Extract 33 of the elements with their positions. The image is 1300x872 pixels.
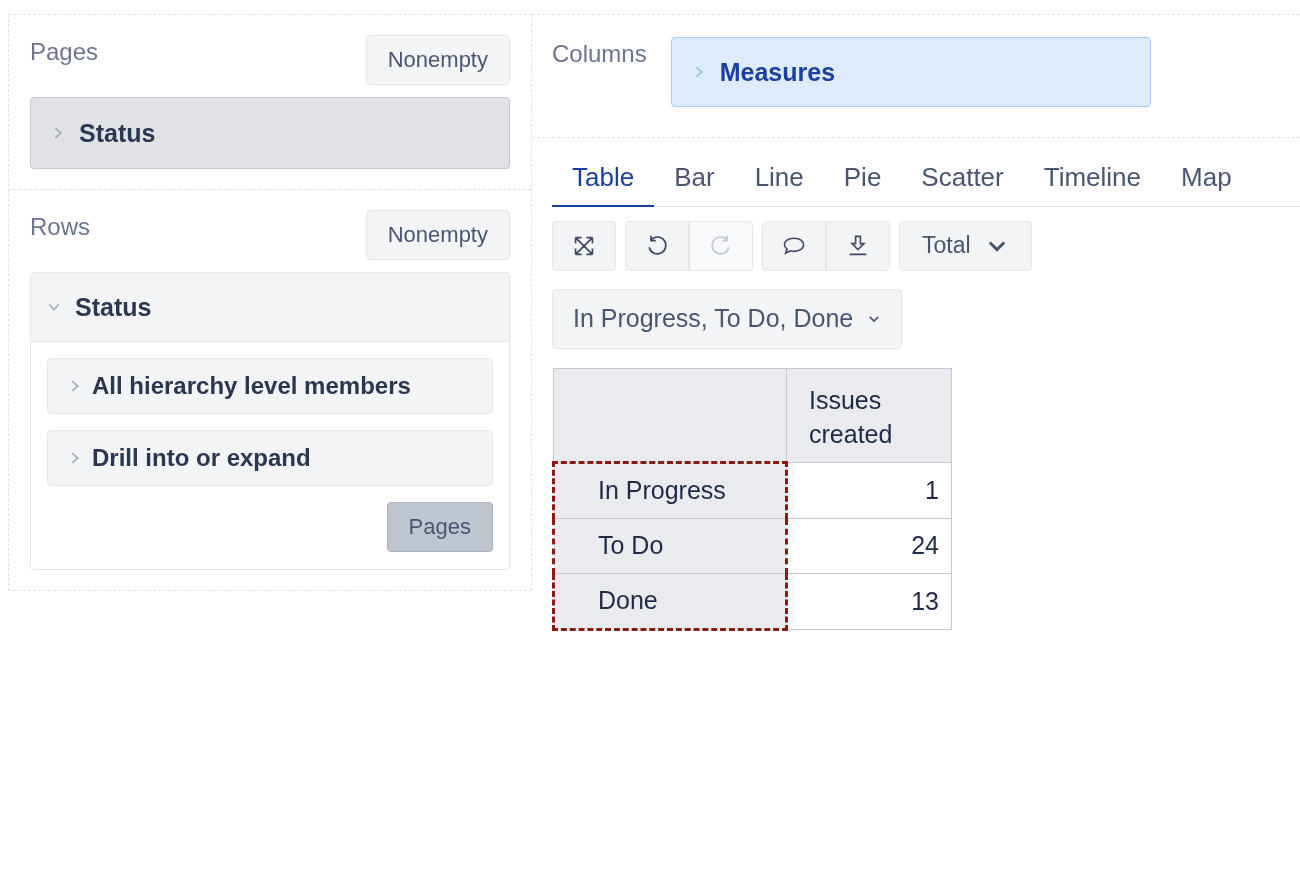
column-header: Issues created	[786, 368, 952, 462]
view-tab[interactable]: Table	[552, 148, 655, 207]
dimension-chip[interactable]: Status	[30, 97, 510, 169]
section-title: Rows	[30, 213, 90, 241]
view-tab[interactable]: Scatter	[901, 148, 1024, 207]
view-tab[interactable]: Pie	[823, 148, 902, 207]
redo-icon	[709, 233, 733, 258]
nonempty-button[interactable]: Nonempty	[365, 210, 510, 260]
fullscreen-button[interactable]	[552, 220, 616, 271]
move-to-pages-button[interactable]: Pages	[386, 502, 493, 552]
dimension-header[interactable]: Status	[31, 273, 509, 342]
row-header: In Progress	[553, 462, 787, 518]
view-tab[interactable]: Line	[734, 148, 824, 207]
option-item[interactable]: All hierarchy level members	[47, 358, 493, 414]
section-title: Pages	[30, 38, 99, 66]
row-header: Done	[553, 573, 787, 629]
section-title: Columns	[552, 40, 647, 68]
view-tab[interactable]: Timeline	[1023, 148, 1162, 207]
total-dropdown[interactable]: Total	[899, 220, 1032, 271]
table-cell: 24	[786, 518, 952, 573]
export-button[interactable]	[826, 220, 890, 271]
nonempty-button[interactable]: Nonempty	[365, 35, 510, 85]
view-tab[interactable]: Bar	[654, 148, 735, 207]
table-cell: 1	[786, 462, 952, 518]
table-cell: 13	[786, 573, 952, 629]
undo-button[interactable]	[625, 220, 689, 271]
view-tab[interactable]: Map	[1161, 148, 1252, 207]
dimension-chip[interactable]: Measures	[670, 37, 1151, 107]
member-filter-dropdown[interactable]: In Progress, To Do, Done	[552, 288, 903, 349]
undo-icon	[645, 233, 669, 258]
option-item[interactable]: Drill into or expand	[47, 430, 493, 486]
comment-button[interactable]	[762, 220, 826, 271]
row-header: To Do	[553, 518, 787, 573]
